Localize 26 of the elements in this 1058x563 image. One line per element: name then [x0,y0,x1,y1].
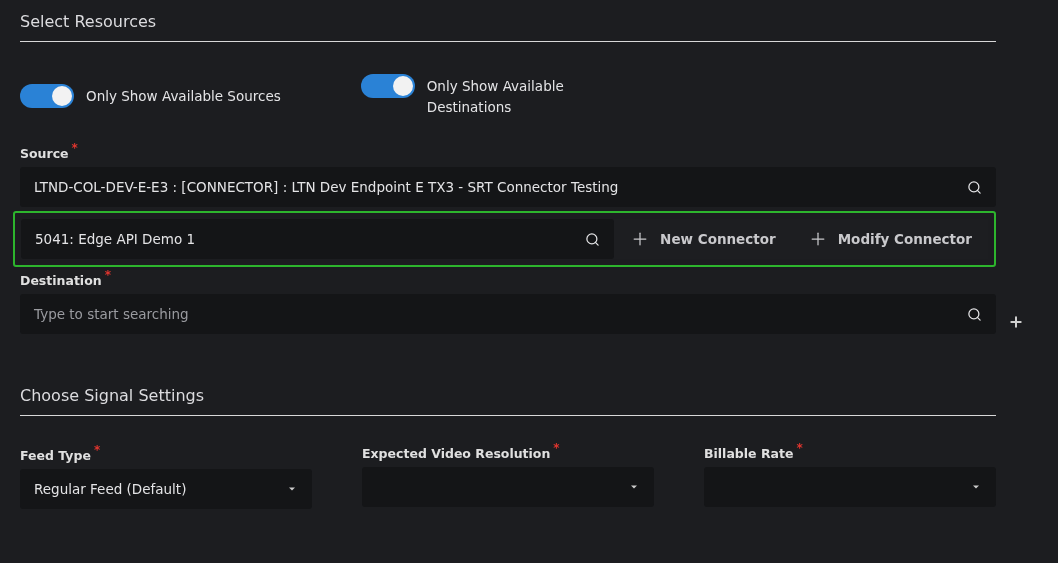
search-icon[interactable] [585,231,601,247]
toggle-switch[interactable] [20,84,74,108]
field-label: Feed Type [20,448,91,463]
required-mark: * [796,441,803,457]
field-label: Billable Rate [704,446,794,461]
section-title: Select Resources [20,12,996,42]
section-title: Choose Signal Settings [20,386,996,416]
field-label: Expected Video Resolution [362,446,551,461]
select-field[interactable] [362,467,654,507]
add-icon[interactable] [1008,314,1024,330]
search-icon[interactable] [967,179,982,195]
search-field[interactable]: LTND-COL-DEV-E-E3 : [CONNECTOR] : LTN Dev Endpoint E TX3 - SRT Connector Testing [20,167,996,207]
field-label: Destination [20,273,102,288]
search-icon[interactable] [967,306,982,322]
toggle-label: Only Show Available Sources [86,87,281,106]
select-field[interactable] [704,467,996,507]
toggle-label: Only Show Available Destinations [426,77,565,117]
required-mark: * [93,443,101,459]
required-mark: * [71,141,78,157]
toggle-switch[interactable] [360,74,415,98]
select-field[interactable]: Regular Feed (Default) [20,469,312,509]
search-field[interactable]: Type to start searching [20,294,996,334]
search-field[interactable]: 5041: Edge API Demo 1 [21,219,615,259]
required-mark: * [104,268,111,284]
required-mark: * [553,441,560,457]
field-label: Source [20,146,69,161]
